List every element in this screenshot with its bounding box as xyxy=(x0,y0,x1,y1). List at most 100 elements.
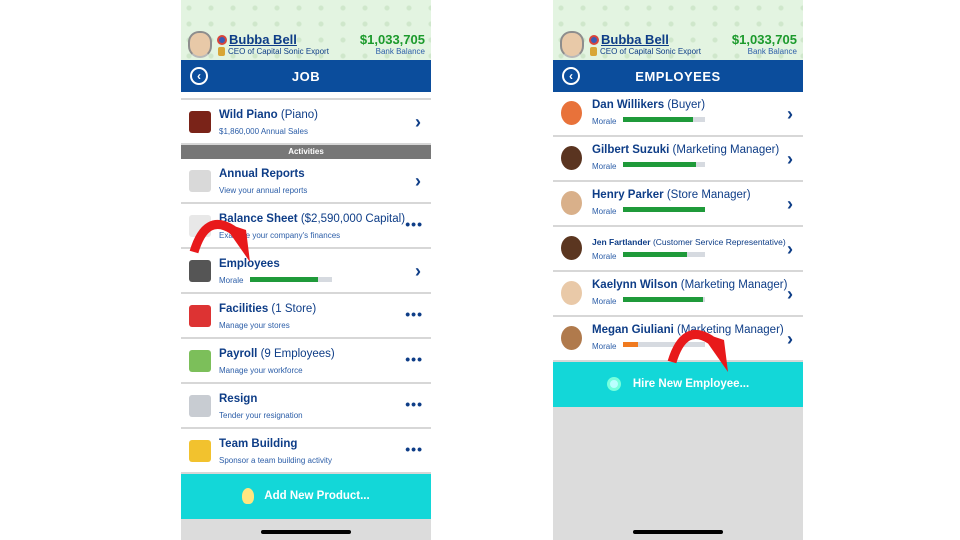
employee-role: (Customer Service Representative) xyxy=(652,237,786,247)
employee-avatar xyxy=(561,236,582,260)
product-name: Wild Piano xyxy=(219,109,278,121)
employee-row[interactable]: Megan Giuliani (Marketing Manager) Morale… xyxy=(553,317,803,362)
bank-balance: $1,033,705 xyxy=(359,32,425,47)
morale-bar xyxy=(250,277,332,282)
more-icon[interactable]: ••• xyxy=(405,396,423,412)
activity-row[interactable]: Resign Tender your resignation ••• xyxy=(181,384,431,429)
activity-row[interactable]: Team Building Sponsor a team building ac… xyxy=(181,429,431,474)
activity-extra: (9 Employees) xyxy=(260,348,335,360)
activity-subtitle: Manage your workforce xyxy=(219,366,303,375)
nav-bar: ‹ JOB xyxy=(181,60,431,92)
morale-bar xyxy=(623,252,705,257)
activity-title: Payroll xyxy=(219,348,258,360)
employee-name: Jen Fartlander xyxy=(592,237,651,247)
employee-name: Dan Willikers xyxy=(592,99,665,111)
nav-bar: ‹ EMPLOYEES xyxy=(553,60,803,92)
chevron-right-icon[interactable]: › xyxy=(787,194,793,215)
user-name[interactable]: Bubba Bell xyxy=(601,32,669,47)
activity-subtitle: Manage your stores xyxy=(219,321,290,330)
morale-fill xyxy=(623,342,638,347)
user-title: CEO of Capital Sonic Export xyxy=(228,47,329,56)
hire-new-employee-label: Hire New Employee... xyxy=(632,378,750,390)
employee-row[interactable]: Gilbert Suzuki (Marketing Manager) Morale… xyxy=(553,137,803,182)
flag-icon xyxy=(217,35,227,45)
morale-fill xyxy=(623,207,705,212)
more-icon[interactable]: ••• xyxy=(405,216,423,232)
activity-subtitle: View your annual reports xyxy=(219,186,308,195)
product-sales: $1,860,000 Annual Sales xyxy=(219,127,308,136)
spacer xyxy=(181,92,431,100)
chevron-right-icon[interactable]: › xyxy=(415,261,421,282)
chevron-right-icon[interactable]: › xyxy=(787,284,793,305)
employee-role: (Buyer) xyxy=(667,99,706,111)
activity-title: Balance Sheet xyxy=(219,213,298,225)
crane-icon xyxy=(189,440,211,462)
activity-row[interactable]: Facilities (1 Store) Manage your stores ••… xyxy=(181,294,431,339)
chevron-right-icon[interactable]: › xyxy=(787,329,793,350)
employee-role: (Store Manager) xyxy=(666,189,751,201)
activity-row[interactable]: Annual Reports View your annual reports › xyxy=(181,159,431,204)
home-indicator[interactable] xyxy=(261,530,351,534)
activity-subtitle: Morale xyxy=(219,276,244,285)
money-icon xyxy=(189,350,211,372)
morale-label: Morale xyxy=(592,117,617,126)
morale-bar xyxy=(623,162,705,167)
activity-subtitle: Sponsor a team building activity xyxy=(219,456,332,465)
morale-label: Morale xyxy=(592,162,617,171)
employee-role: (Marketing Manager) xyxy=(677,324,784,336)
activity-row[interactable]: Employees Morale › xyxy=(181,249,431,294)
employees-screen: Bubba Bell CEO of Capital Sonic Export $… xyxy=(553,0,803,540)
home-indicator[interactable] xyxy=(633,530,723,534)
morale-label: Morale xyxy=(592,207,617,216)
user-name[interactable]: Bubba Bell xyxy=(229,32,297,47)
bank-balance-label: Bank Balance xyxy=(375,47,425,56)
lightbulb-icon xyxy=(242,487,255,504)
chevron-right-icon[interactable]: › xyxy=(787,149,793,170)
activity-row[interactable]: Balance Sheet ($2,590,000 Capital) Examin… xyxy=(181,204,431,249)
section-header: Activities xyxy=(181,145,431,159)
medal-icon xyxy=(590,47,597,56)
chevron-right-icon[interactable]: › xyxy=(787,239,793,260)
more-icon[interactable]: ••• xyxy=(405,306,423,322)
employee-name: Megan Giuliani xyxy=(592,324,674,336)
add-new-product-button[interactable]: Add New Product... xyxy=(181,474,431,519)
factory-icon xyxy=(189,305,211,327)
employee-avatar xyxy=(561,101,582,125)
product-row[interactable]: Wild Piano (Piano) $1,860,000 Annual Sal… xyxy=(181,100,431,145)
morale-label: Morale xyxy=(592,252,617,261)
add-new-product-label: Add New Product... xyxy=(264,490,370,502)
activity-title: Facilities xyxy=(219,303,269,315)
employee-row[interactable]: Dan Willikers (Buyer) Morale › xyxy=(553,92,803,137)
page-title: EMPLOYEES xyxy=(635,69,721,84)
employee-avatar xyxy=(561,146,582,170)
employee-avatar xyxy=(561,191,582,215)
document-icon xyxy=(189,215,211,237)
chevron-right-icon[interactable]: › xyxy=(787,104,793,125)
more-icon[interactable]: ••• xyxy=(405,441,423,457)
piano-icon xyxy=(189,111,211,133)
activity-title: Team Building xyxy=(219,438,298,450)
bank-balance: $1,033,705 xyxy=(731,32,797,47)
chevron-right-icon[interactable]: › xyxy=(415,112,421,133)
bank-balance-label: Bank Balance xyxy=(747,47,797,56)
chevron-right-icon[interactable]: › xyxy=(415,171,421,192)
employee-row[interactable]: Jen Fartlander (Customer Service Represe… xyxy=(553,227,803,272)
more-icon[interactable]: ••• xyxy=(405,351,423,367)
product-type: (Piano) xyxy=(280,109,318,121)
avatar[interactable] xyxy=(560,31,584,58)
activity-row[interactable]: Payroll (9 Employees) Manage your workfor… xyxy=(181,339,431,384)
morale-bar xyxy=(623,342,705,347)
medal-icon xyxy=(218,47,225,56)
profile-header: Bubba Bell CEO of Capital Sonic Export $… xyxy=(181,0,431,60)
job-screen: Bubba Bell CEO of Capital Sonic Export $… xyxy=(181,0,431,540)
hire-new-employee-button[interactable]: Hire New Employee... xyxy=(553,362,803,407)
flag-icon xyxy=(189,395,211,417)
avatar[interactable] xyxy=(188,31,212,58)
calendar-icon xyxy=(189,170,211,192)
employee-row[interactable]: Kaelynn Wilson (Marketing Manager) Morale… xyxy=(553,272,803,317)
activity-subtitle: Tender your resignation xyxy=(219,411,303,420)
morale-label: Morale xyxy=(592,297,617,306)
employee-avatar xyxy=(561,326,582,350)
morale-fill xyxy=(623,252,687,257)
employee-row[interactable]: Henry Parker (Store Manager) Morale › xyxy=(553,182,803,227)
